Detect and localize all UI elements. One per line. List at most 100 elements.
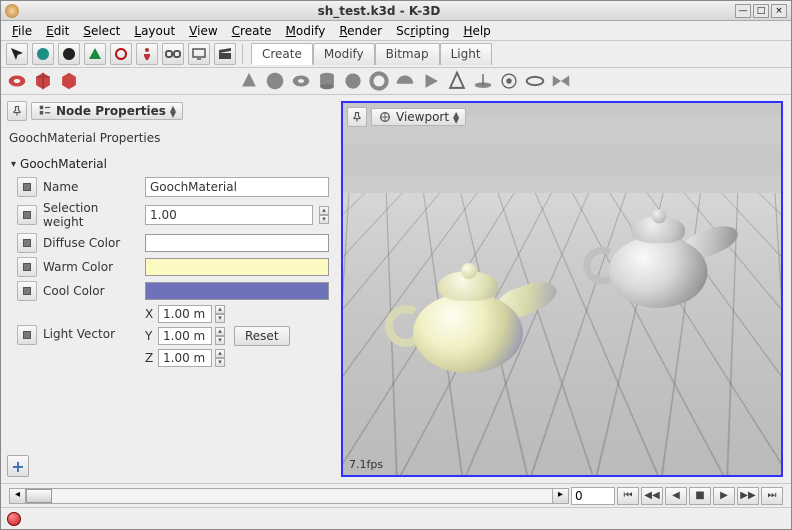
add-panel-button[interactable]: +: [7, 455, 29, 477]
viewport[interactable]: Viewport ▴▾ 7.1fps: [341, 101, 783, 477]
timeline-left-cap[interactable]: ◂: [10, 489, 26, 503]
ring-icon[interactable]: [368, 70, 390, 92]
sphere2-icon[interactable]: [342, 70, 364, 92]
pin-icon[interactable]: [7, 101, 27, 121]
tab-light[interactable]: Light: [440, 43, 492, 65]
plug-lightvec[interactable]: [17, 325, 37, 345]
name-input[interactable]: [145, 177, 329, 197]
window-title: sh_test.k3d - K-3D: [25, 4, 733, 18]
sphere-teal-icon[interactable]: [32, 43, 54, 65]
plug-warm[interactable]: [17, 257, 37, 277]
menu-view[interactable]: View: [182, 22, 224, 40]
ground-icon[interactable]: [472, 70, 494, 92]
app-icon: [5, 4, 19, 18]
maximize-button[interactable]: □: [753, 4, 769, 18]
clapper-icon[interactable]: [214, 43, 236, 65]
warm-swatch[interactable]: [145, 258, 329, 276]
sphere-grey-icon[interactable]: [264, 70, 286, 92]
plug-selw[interactable]: [17, 205, 37, 225]
axis-x-label: X: [145, 307, 155, 321]
screen-icon[interactable]: [188, 43, 210, 65]
torus-grey-icon[interactable]: [290, 70, 312, 92]
bowtie-icon[interactable]: [550, 70, 572, 92]
lightvec-z-spinner[interactable]: ▴▾: [215, 349, 225, 367]
halo-icon[interactable]: [524, 70, 546, 92]
viewport-header: Viewport ▴▾: [347, 107, 466, 127]
timeline-playhead[interactable]: [26, 489, 52, 503]
viewport-canvas[interactable]: [343, 103, 781, 475]
play-fwd-button[interactable]: ▶▶: [737, 487, 759, 505]
cube-red-icon[interactable]: [32, 70, 54, 92]
lightvec-z-input[interactable]: [158, 349, 212, 367]
cone-icon[interactable]: [446, 70, 468, 92]
record-button[interactable]: [7, 512, 21, 526]
lightvec-y-row: Y ▴▾ Reset: [145, 326, 290, 346]
tab-create[interactable]: Create: [251, 43, 313, 65]
lightvec-x-input[interactable]: [158, 305, 212, 323]
minimize-button[interactable]: —: [735, 4, 751, 18]
row-selection-weight: Selection weight ▴▾: [17, 201, 329, 229]
plug-diffuse[interactable]: [17, 233, 37, 253]
menu-create[interactable]: Create: [225, 22, 279, 40]
label-name: Name: [43, 180, 139, 194]
panel-selector-label: Node Properties: [56, 104, 166, 118]
menu-help[interactable]: Help: [456, 22, 497, 40]
toolbar-primary: Create Modify Bitmap Light: [1, 41, 791, 68]
teapot-standard[interactable]: [582, 209, 735, 317]
properties-list: GoochMaterial Name Selection weight ▴▾: [7, 155, 333, 449]
link-icon[interactable]: [162, 43, 184, 65]
target-icon[interactable]: [498, 70, 520, 92]
circle-icon[interactable]: [110, 43, 132, 65]
titlebar: sh_test.k3d - K-3D — □ ×: [1, 1, 791, 21]
viewport-pin-icon[interactable]: [347, 107, 367, 127]
cube-alt-icon[interactable]: [58, 70, 80, 92]
selection-weight-spinner[interactable]: ▴▾: [319, 206, 329, 224]
plug-name[interactable]: [17, 177, 37, 197]
menu-layout[interactable]: Layout: [127, 22, 182, 40]
viewport-icon: [378, 110, 392, 124]
row-name: Name: [17, 177, 329, 197]
lightvec-y-spinner[interactable]: ▴▾: [215, 327, 225, 345]
torus-red-icon[interactable]: [6, 70, 28, 92]
menu-file[interactable]: File: [5, 22, 39, 40]
lightvec-y-input[interactable]: [158, 327, 212, 345]
panel-selector[interactable]: Node Properties ▴▾: [31, 102, 183, 120]
timeline-right-cap[interactable]: ▸: [552, 489, 568, 503]
viewport-selector[interactable]: Viewport ▴▾: [371, 108, 466, 126]
lightvec-x-spinner[interactable]: ▴▾: [215, 305, 225, 323]
timeline: ◂ ▸ ⏮ ◀◀ ◀ ■ ▶ ▶▶ ⏭: [1, 483, 791, 507]
person-icon[interactable]: [136, 43, 158, 65]
reset-button[interactable]: Reset: [234, 326, 290, 346]
menu-render[interactable]: Render: [332, 22, 389, 40]
tab-bitmap[interactable]: Bitmap: [375, 43, 440, 65]
close-button[interactable]: ×: [771, 4, 787, 18]
triangle-icon[interactable]: [84, 43, 106, 65]
step-fwd-button[interactable]: ▶: [713, 487, 735, 505]
menu-edit[interactable]: Edit: [39, 22, 76, 40]
menu-scripting[interactable]: Scripting: [389, 22, 456, 40]
step-back-button[interactable]: ◀: [665, 487, 687, 505]
cylinder-icon[interactable]: [316, 70, 338, 92]
first-frame-button[interactable]: ⏮: [617, 487, 639, 505]
cursor-icon[interactable]: [6, 43, 28, 65]
teapot-gooch[interactable]: [383, 263, 553, 383]
menu-modify[interactable]: Modify: [279, 22, 333, 40]
label-diffuse: Diffuse Color: [43, 236, 139, 250]
plug-cool[interactable]: [17, 281, 37, 301]
play-icon[interactable]: [420, 70, 442, 92]
last-frame-button[interactable]: ⏭: [761, 487, 783, 505]
dome-icon[interactable]: [394, 70, 416, 92]
play-back-button[interactable]: ◀◀: [641, 487, 663, 505]
stop-button[interactable]: ■: [689, 487, 711, 505]
section-toggle[interactable]: GoochMaterial: [7, 155, 333, 173]
sphere-black-icon[interactable]: [58, 43, 80, 65]
selection-weight-input[interactable]: [145, 205, 313, 225]
frame-input[interactable]: [571, 487, 615, 505]
menu-select[interactable]: Select: [76, 22, 127, 40]
cone-grey-icon[interactable]: [238, 70, 260, 92]
diffuse-swatch[interactable]: [145, 234, 329, 252]
cool-swatch[interactable]: [145, 282, 329, 300]
panel-icon: [38, 104, 52, 118]
tab-modify[interactable]: Modify: [313, 43, 375, 65]
timeline-scrubber[interactable]: ◂ ▸: [9, 488, 569, 504]
